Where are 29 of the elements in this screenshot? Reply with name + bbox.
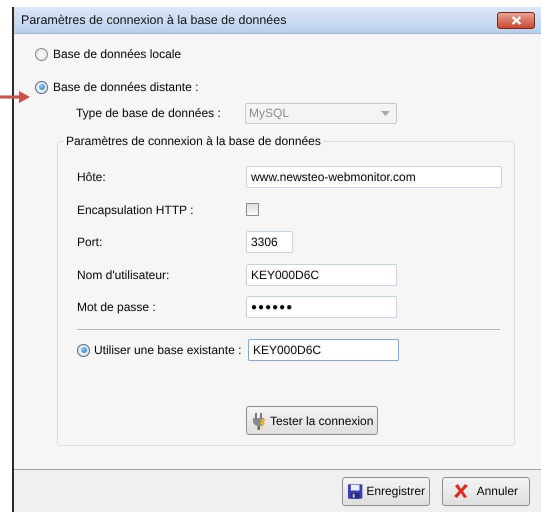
cross-icon	[453, 483, 469, 499]
radio-label[interactable]: Base de données distante :	[53, 80, 198, 94]
text-field[interactable]: KEY000D6C	[246, 264, 397, 286]
plug-icon	[251, 412, 267, 430]
dropdown-arrow-icon	[381, 110, 390, 116]
close-button[interactable]	[497, 12, 535, 28]
radio-label[interactable]: Utiliser une base existante :	[94, 343, 248, 357]
cancel-button[interactable]: Annuler	[442, 476, 530, 506]
checkbox[interactable]	[246, 203, 259, 216]
text-field[interactable]: KEY000D6C	[248, 339, 399, 361]
field-label: Hôte:	[77, 170, 107, 184]
field-label: Encapsulation HTTP :	[77, 202, 195, 216]
field-label: Nom d'utilisateur:	[77, 268, 170, 282]
text-field[interactable]: 3306	[246, 231, 293, 253]
radio-button[interactable]	[35, 48, 48, 60]
field-label: Mot de passe :	[77, 300, 157, 314]
radio-button[interactable]	[77, 344, 90, 356]
close-icon	[510, 16, 522, 24]
save-button[interactable]: Enregistrer	[342, 476, 430, 506]
field-label: Type de base de données :	[76, 106, 222, 120]
window-title: Paramètres de connexion à la base de données	[21, 13, 286, 27]
radio-button[interactable]	[35, 80, 48, 94]
arrow-icon	[0, 90, 30, 104]
radio-label[interactable]: Base de données locale	[53, 47, 182, 61]
test-connection-button[interactable]: Tester la connexion	[246, 406, 378, 435]
group-title: Paramètres de connexion à la base de données	[64, 134, 323, 148]
field-label: Port:	[77, 235, 104, 249]
password-field[interactable]: ●●●●●●	[246, 296, 397, 318]
text-field[interactable]: www.newsteo-webmonitor.com	[246, 166, 502, 188]
